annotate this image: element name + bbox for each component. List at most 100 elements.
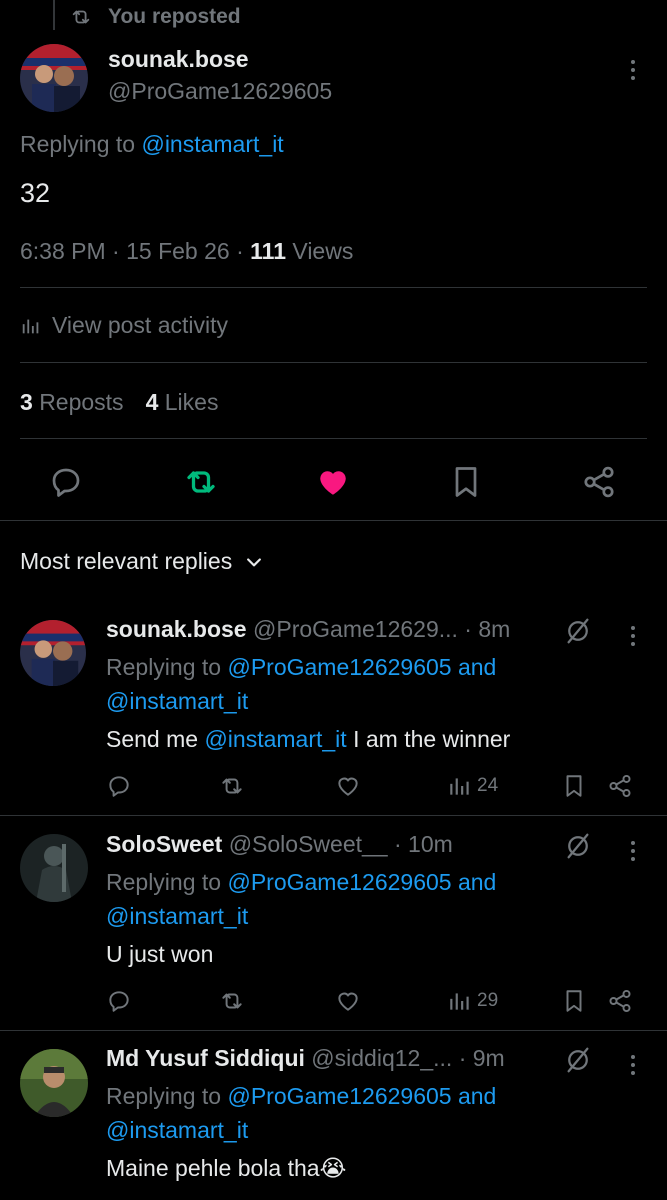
bookmark-button[interactable] xyxy=(561,987,587,1015)
reply-header: Md Yusuf Siddiqui @siddiq12_... · 9m xyxy=(106,1045,505,1072)
reply-replying-to: Replying to @ProGame12629605 and @instam… xyxy=(106,1083,497,1143)
repost-icon xyxy=(187,471,215,493)
share-button[interactable] xyxy=(607,987,633,1015)
reply-button[interactable] xyxy=(106,772,132,800)
reply-action-bar: 24 xyxy=(0,772,667,800)
sort-replies-dropdown[interactable]: Most relevant replies xyxy=(20,548,264,575)
analytics-icon xyxy=(450,778,469,795)
reply-replying-to: Replying to @ProGame12629605 and @instam… xyxy=(106,869,497,929)
replying-mention-link[interactable]: @ProGame12629605 and xyxy=(227,654,496,680)
reply-icon xyxy=(109,776,129,797)
replying-mention-link[interactable]: @ProGame12629605 and xyxy=(227,1083,496,1109)
reply-time: · 9m xyxy=(458,1045,505,1071)
repost-banner-label: You reposted xyxy=(108,5,241,28)
reply-item[interactable]: Md Yusuf Siddiqui @siddiq12_... · 9m Rep… xyxy=(0,1045,667,1200)
reply-author-name[interactable]: Md Yusuf Siddiqui xyxy=(106,1045,305,1071)
divider xyxy=(0,815,667,816)
more-options-icon[interactable] xyxy=(623,1055,643,1075)
author-name[interactable]: sounak.bose xyxy=(108,46,249,73)
avatar[interactable] xyxy=(20,44,88,112)
grok-icon[interactable] xyxy=(563,831,593,861)
avatar[interactable] xyxy=(20,834,88,902)
reply-time: · 8m xyxy=(464,616,511,642)
avatar[interactable] xyxy=(20,1049,88,1117)
views-button[interactable]: 24 xyxy=(447,772,498,800)
like-button[interactable] xyxy=(315,464,351,500)
reply-header: SoloSweet @SoloSweet__ · 10m xyxy=(106,831,453,858)
heart-icon xyxy=(338,992,358,1011)
sort-label: Most relevant replies xyxy=(20,548,233,574)
reply-button[interactable] xyxy=(106,987,132,1015)
post-action-bar xyxy=(0,460,667,504)
repost-banner: You reposted xyxy=(70,4,241,30)
reply-author-name[interactable]: SoloSweet xyxy=(106,831,222,857)
view-activity-link[interactable]: View post activity xyxy=(20,312,228,339)
share-button[interactable] xyxy=(581,464,617,500)
views-button[interactable]: 29 xyxy=(447,987,498,1015)
repost-button[interactable] xyxy=(219,987,245,1015)
replying-mention-link[interactable]: @instamart_it xyxy=(106,1117,248,1143)
replying-mention-link[interactable]: @instamart_it xyxy=(106,903,248,929)
views-count: 111 xyxy=(250,238,286,264)
share-icon xyxy=(584,466,614,498)
author-handle[interactable]: @ProGame12629605 xyxy=(108,78,332,105)
avatar-image xyxy=(20,620,86,686)
grok-icon[interactable] xyxy=(563,616,593,646)
reposts-count-link[interactable]: 3 Reposts xyxy=(20,389,124,416)
share-button[interactable] xyxy=(607,772,633,800)
reply-item[interactable]: sounak.bose @ProGame12629... · 8m Replyi… xyxy=(0,616,667,811)
reply-text: Maine pehle bola tha😭 xyxy=(106,1155,347,1181)
avatar[interactable] xyxy=(20,620,86,686)
more-options-icon[interactable] xyxy=(623,626,643,646)
bookmark-icon xyxy=(455,467,477,497)
replying-mention-link[interactable]: @instamart_it xyxy=(106,688,248,714)
likes-count-link[interactable]: 4 Likes xyxy=(146,389,219,416)
reply-author-handle[interactable]: @siddiq12_... xyxy=(311,1045,452,1071)
reply-author-name[interactable]: sounak.bose xyxy=(106,616,247,642)
reply-author-handle[interactable]: @ProGame12629... xyxy=(253,616,458,642)
reply-replying-to: Replying to @ProGame12629605 and @instam… xyxy=(106,654,497,714)
repost-icon xyxy=(222,993,242,1009)
replying-to: Replying to @instamart_it xyxy=(20,131,284,158)
avatar-image xyxy=(20,1049,88,1117)
reply-icon xyxy=(109,991,129,1012)
avatar-image xyxy=(20,44,88,112)
divider xyxy=(20,287,647,288)
reply-author-handle[interactable]: @SoloSweet__ xyxy=(229,831,388,857)
share-icon xyxy=(609,989,631,1013)
views-label: Views xyxy=(292,238,354,264)
bookmark-icon xyxy=(566,775,582,797)
post-text: 32 xyxy=(20,178,51,208)
divider xyxy=(0,1030,667,1031)
bookmark-button[interactable] xyxy=(448,464,484,500)
divider xyxy=(20,438,647,439)
more-options-icon[interactable] xyxy=(623,841,643,861)
replying-prefix: Replying to xyxy=(20,131,136,157)
replying-mention-link[interactable]: @instamart_it xyxy=(141,131,283,157)
analytics-icon xyxy=(450,993,469,1010)
replying-mention-link[interactable]: @ProGame12629605 and xyxy=(227,869,496,895)
bookmark-button[interactable] xyxy=(561,772,587,800)
like-button[interactable] xyxy=(335,772,361,800)
view-activity-label: View post activity xyxy=(52,312,228,338)
bookmark-icon xyxy=(566,990,582,1012)
engagement-counts: 3 Reposts 4 Likes xyxy=(20,389,218,416)
share-icon xyxy=(609,774,631,798)
analytics-icon xyxy=(22,319,39,333)
more-options-icon[interactable] xyxy=(623,60,643,80)
reply-icon xyxy=(52,468,80,497)
views-count: 29 xyxy=(477,990,499,1011)
mention-link[interactable]: @instamart_it xyxy=(204,726,346,752)
reply-item[interactable]: SoloSweet @SoloSweet__ · 10m Replying to… xyxy=(0,831,667,1026)
reply-text: U just won xyxy=(106,941,214,967)
chevron-down-icon xyxy=(247,557,262,566)
post-time: 6:38 PM xyxy=(20,238,106,264)
reply-button[interactable] xyxy=(48,464,84,500)
repost-button[interactable] xyxy=(183,464,219,500)
thread-line xyxy=(53,0,55,30)
like-button[interactable] xyxy=(335,987,361,1015)
reply-time: · 10m xyxy=(393,831,453,857)
repost-icon xyxy=(72,10,90,24)
repost-button[interactable] xyxy=(219,772,245,800)
grok-icon[interactable] xyxy=(563,1045,593,1075)
